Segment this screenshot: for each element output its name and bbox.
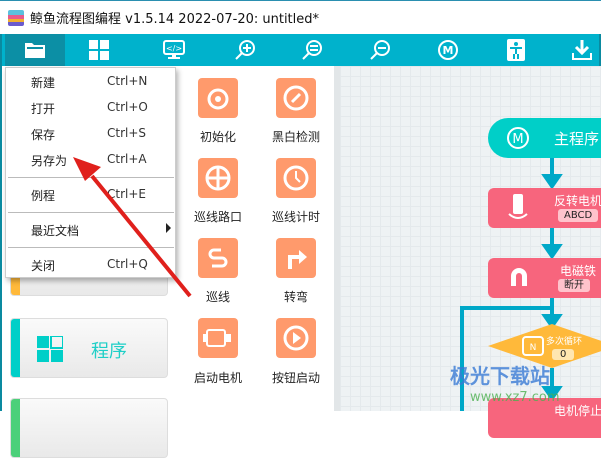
layout-button[interactable]	[69, 34, 129, 66]
m-main-icon: M	[438, 40, 458, 60]
magnet-icon	[511, 268, 527, 286]
clock-icon	[283, 165, 309, 191]
palette-label: 启动电机	[193, 371, 242, 385]
main-program-label: 主程序	[554, 130, 600, 148]
palette-line-follow[interactable]	[198, 238, 238, 278]
category-program[interactable]: 程序	[10, 318, 168, 378]
block-value[interactable]: 断开	[558, 279, 590, 292]
palette-init[interactable]	[198, 78, 238, 118]
block-value[interactable]: ABCD	[558, 209, 599, 222]
zoom-reset-icon	[302, 40, 322, 60]
watermark-url: www.xz7.com	[470, 390, 560, 405]
palette-start-motor[interactable]	[198, 318, 238, 358]
category-label: 程序	[91, 341, 127, 362]
robot-button[interactable]	[486, 34, 546, 66]
menu-item-new[interactable]: 新建 Ctrl+N	[6, 70, 176, 94]
path-icon	[208, 248, 228, 268]
file-button[interactable]	[5, 34, 65, 66]
svg-text:</>: </>	[166, 44, 182, 53]
block-title: 电磁铁	[560, 264, 597, 278]
loop-icon: N	[522, 336, 544, 356]
title-bar: 鲸鱼流程图编程 v1.5.14 2022-07-20: untitled*	[0, 0, 601, 34]
main-program-block[interactable]: M 主程序	[488, 118, 601, 158]
palette-label: 黑白检测	[271, 130, 320, 144]
palette-bw-detect[interactable]	[276, 78, 316, 118]
app-icon	[8, 9, 24, 26]
menu-item-close[interactable]: 关闭 Ctrl+Q	[6, 253, 176, 277]
grid-icon	[89, 40, 109, 60]
motor-reverse-icon	[508, 194, 528, 219]
code-monitor-icon: </>	[163, 40, 185, 59]
zoom-out-icon	[370, 40, 390, 60]
turn-arrow-icon	[288, 250, 307, 269]
zoom-reset-button[interactable]	[282, 34, 342, 66]
palette-label: 初始化	[199, 130, 236, 144]
toolbar: </> M	[0, 34, 601, 66]
motor-icon	[203, 329, 231, 347]
menu-item-open[interactable]: 打开 Ctrl+O	[6, 96, 176, 120]
reset-icon	[207, 88, 229, 110]
palette-turn[interactable]	[276, 238, 316, 278]
download-icon	[572, 40, 592, 60]
reverse-motor-block[interactable]: 反转电机 ABCD	[488, 188, 601, 228]
electromagnet-block[interactable]: 电磁铁 断开	[488, 258, 601, 298]
svg-text:M: M	[512, 132, 523, 147]
m-main-icon: M	[507, 127, 529, 149]
palette-button-start[interactable]	[276, 318, 316, 358]
svg-text:N: N	[530, 343, 537, 353]
menu-item-examples[interactable]: 例程 Ctrl+E	[6, 183, 176, 207]
palette-label: 巡线路口	[193, 210, 242, 224]
file-menu: 新建 Ctrl+N 打开 Ctrl+O 保存 Ctrl+S 另存为 Ctrl+A 例程 C…	[5, 67, 176, 278]
menu-item-save[interactable]: 保存 Ctrl+S	[6, 122, 176, 146]
palette-label: 按钮启动	[271, 371, 320, 385]
loop-title: 多次循环	[546, 337, 583, 347]
menu-divider	[8, 212, 174, 213]
submenu-arrow-icon	[166, 223, 171, 233]
watermark: 极光下载站	[450, 364, 550, 388]
crosshair-icon	[205, 165, 231, 191]
palette-line-timer[interactable]	[276, 158, 316, 198]
window-title: 鲸鱼流程图编程 v1.5.14 2022-07-20: untitled*	[30, 12, 320, 27]
folder-icon	[25, 43, 45, 58]
pencil-circle-icon	[283, 85, 309, 111]
zoom-out-button[interactable]	[350, 34, 410, 66]
robot-icon	[507, 39, 525, 61]
block-palette: 初始化 黑白检测 巡线路口 巡线计时 巡线 转弯 启动电机 按钮启动	[180, 66, 330, 411]
block-title: 反转电机	[554, 194, 601, 208]
grid-icon	[37, 336, 63, 362]
menu-divider	[8, 247, 174, 248]
download-button[interactable]	[552, 34, 601, 66]
menu-item-save-as[interactable]: 另存为 Ctrl+A	[6, 148, 176, 172]
loop-value[interactable]: 0	[552, 349, 575, 360]
play-icon	[283, 325, 309, 351]
svg-text:M: M	[443, 44, 454, 57]
zoom-in-button[interactable]	[215, 34, 275, 66]
palette-label: 转弯	[283, 290, 308, 304]
zoom-in-icon	[235, 40, 255, 60]
menu-divider	[8, 177, 174, 178]
menu-item-recent[interactable]: 最近文档	[6, 218, 176, 242]
palette-label: 巡线	[205, 290, 230, 304]
code-button[interactable]: </>	[144, 34, 204, 66]
palette-line-cross[interactable]	[198, 158, 238, 198]
palette-label: 巡线计时	[271, 210, 320, 224]
category-next[interactable]	[10, 398, 168, 458]
main-program-button[interactable]: M	[418, 34, 478, 66]
